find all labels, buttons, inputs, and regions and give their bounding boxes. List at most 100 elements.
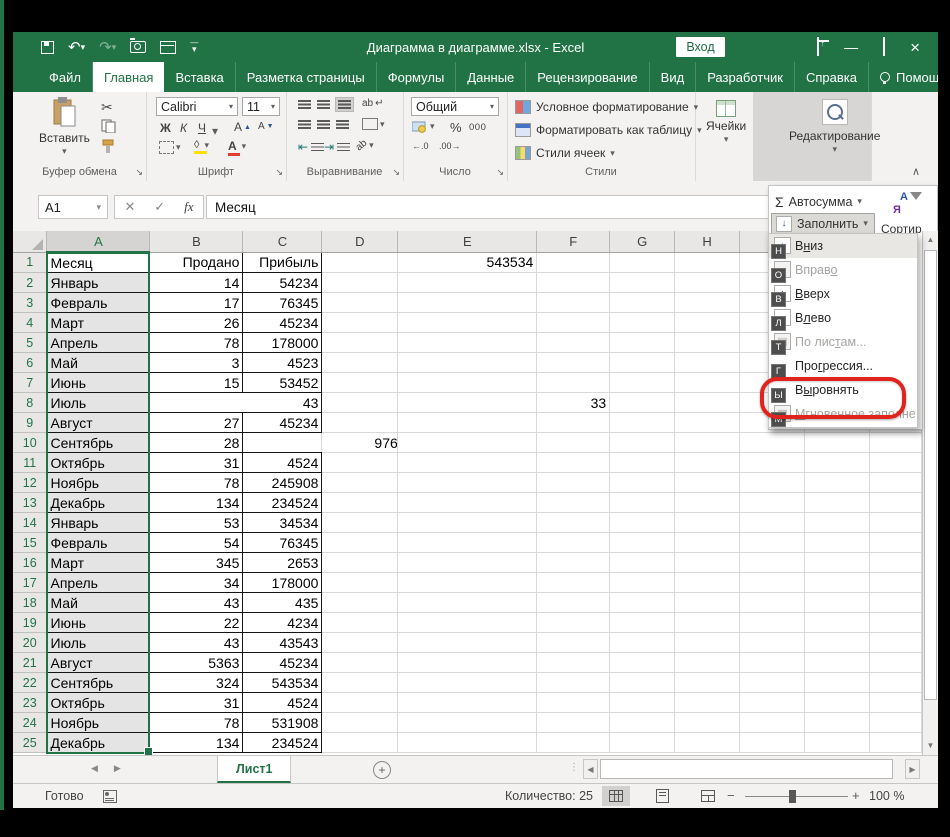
cell[interactable] (869, 653, 921, 673)
cell[interactable] (675, 453, 740, 473)
cell[interactable]: 34 (150, 573, 243, 593)
grow-font-button[interactable]: А▲ (234, 120, 251, 134)
cell[interactable] (398, 413, 537, 433)
enter-icon[interactable]: ✓ (154, 199, 165, 215)
cell[interactable] (322, 733, 398, 753)
maximize-icon[interactable] (883, 38, 885, 56)
merge-center-icon[interactable]: ▾ (362, 118, 385, 130)
cell[interactable]: 78 (150, 713, 243, 733)
normal-view-button[interactable] (602, 786, 630, 806)
accounting-format-icon[interactable]: ▾ (412, 120, 435, 133)
cell[interactable]: Май (47, 593, 150, 613)
cell[interactable] (537, 633, 610, 653)
cell[interactable] (869, 513, 921, 533)
cell[interactable]: Сентябрь (47, 433, 150, 453)
cell[interactable]: Прибыль (243, 252, 322, 273)
number-format-combo[interactable]: Общий▾ (411, 97, 499, 116)
row-header-9[interactable]: 9 (13, 413, 47, 433)
cell[interactable] (537, 273, 610, 293)
cell[interactable] (398, 573, 537, 593)
cell[interactable] (805, 473, 870, 493)
cell[interactable] (869, 433, 921, 453)
cell[interactable] (322, 593, 398, 613)
cell[interactable] (675, 353, 740, 373)
cell[interactable]: Июнь (47, 373, 150, 393)
row-header-16[interactable]: 16 (13, 553, 47, 573)
menu-item-Влево[interactable]: ←ЛВлево (769, 306, 917, 330)
row-header-15[interactable]: 15 (13, 533, 47, 553)
cell[interactable] (322, 513, 398, 533)
cell[interactable]: 435 (243, 593, 322, 613)
cell[interactable] (610, 673, 675, 693)
cell[interactable]: 54234 (243, 273, 322, 293)
row-header-24[interactable]: 24 (13, 713, 47, 733)
cell[interactable] (322, 453, 398, 473)
cell[interactable] (322, 333, 398, 353)
row-header-2[interactable]: 2 (13, 273, 47, 293)
cell-styles-button[interactable]: Стили ячеек▾ (515, 146, 615, 160)
minimize-icon[interactable]: — (844, 40, 858, 54)
cell[interactable]: 4524 (243, 693, 322, 713)
cell[interactable] (398, 533, 537, 553)
insert-function-icon[interactable]: fx (184, 199, 193, 215)
cell[interactable]: 28 (150, 433, 243, 453)
conditional-formatting-button[interactable]: Условное форматирование▾ (515, 100, 698, 114)
cell[interactable] (675, 252, 740, 273)
borders-button[interactable]: ▾ (159, 141, 181, 154)
row-header-21[interactable]: 21 (13, 653, 47, 673)
fill-button[interactable]: ↓ Заполнить ▾ (771, 213, 875, 234)
alignment-dialog-launcher-icon[interactable]: ↘ (392, 167, 400, 178)
cell[interactable] (610, 733, 675, 753)
cell[interactable] (805, 633, 870, 653)
cell[interactable]: Октябрь (47, 693, 150, 713)
cell[interactable] (537, 513, 610, 533)
row-header-11[interactable]: 11 (13, 453, 47, 473)
cell[interactable] (398, 393, 537, 413)
row-header-23[interactable]: 23 (13, 693, 47, 713)
scroll-down-icon[interactable]: ▼ (923, 737, 938, 754)
cell[interactable] (740, 733, 805, 753)
cell[interactable]: 53452 (243, 373, 322, 393)
cell[interactable] (740, 573, 805, 593)
cell[interactable]: Сентябрь (47, 673, 150, 693)
cell[interactable] (869, 633, 921, 653)
cell[interactable]: 45234 (243, 313, 322, 333)
cell[interactable]: 15 (150, 373, 243, 393)
cell[interactable] (675, 673, 740, 693)
cell[interactable] (869, 453, 921, 473)
cell[interactable] (869, 593, 921, 613)
column-header-E[interactable]: E (398, 231, 537, 252)
cell[interactable] (537, 673, 610, 693)
cell[interactable]: 543534 (398, 252, 537, 273)
cell[interactable] (610, 313, 675, 333)
cell[interactable] (805, 653, 870, 673)
row-header-1[interactable]: 1 (13, 252, 47, 273)
increase-indent-icon[interactable]: ⇥ (324, 140, 350, 154)
cell[interactable] (398, 273, 537, 293)
align-middle-icon[interactable] (317, 100, 330, 109)
cell[interactable]: 234524 (243, 493, 322, 513)
percent-style-icon[interactable]: % (450, 120, 462, 135)
row-header-18[interactable]: 18 (13, 593, 47, 613)
cell[interactable] (869, 693, 921, 713)
cell[interactable] (740, 473, 805, 493)
format-as-table-button[interactable]: Форматировать как таблицу▾ (515, 123, 702, 137)
cell[interactable]: Ноябрь (47, 713, 150, 733)
cell[interactable] (869, 713, 921, 733)
cell[interactable] (805, 573, 870, 593)
cell[interactable] (675, 413, 740, 433)
cell[interactable] (869, 733, 921, 753)
align-left-icon[interactable] (298, 120, 311, 129)
horizontal-scroll-thumb[interactable] (600, 759, 893, 779)
cell[interactable] (537, 453, 610, 473)
cell[interactable] (740, 693, 805, 713)
font-name-combo[interactable]: Calibri▾ (156, 97, 238, 116)
cell[interactable] (610, 533, 675, 553)
row-header-7[interactable]: 7 (13, 373, 47, 393)
cell[interactable] (675, 373, 740, 393)
row-header-6[interactable]: 6 (13, 353, 47, 373)
cell[interactable] (869, 613, 921, 633)
autosum-button[interactable]: Σ Автосумма ▾ (771, 191, 885, 212)
cell[interactable]: Октябрь (47, 453, 150, 473)
cell[interactable] (610, 633, 675, 653)
